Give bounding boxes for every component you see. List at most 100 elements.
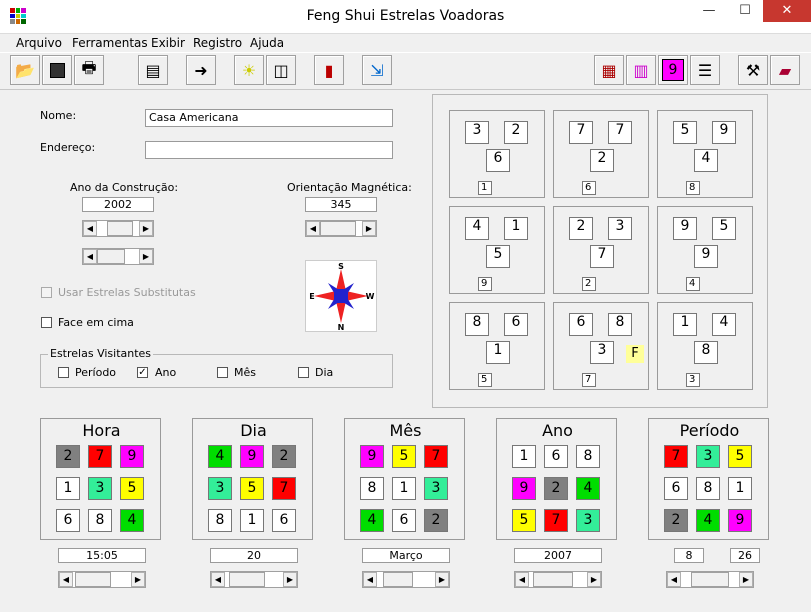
scroll-thumb[interactable] [383,572,413,587]
period-title: Mês [389,421,422,440]
menu-exibir[interactable]: Exibir [151,36,185,50]
nine-button[interactable]: 9 [658,55,688,85]
base-star: 9 [694,245,718,268]
maximize-button[interactable]: ☐ [726,0,764,22]
period-scrollbar[interactable]: ◀ ▶ [666,571,754,588]
scroll-right-icon[interactable]: ▶ [131,572,145,587]
period-value-field[interactable]: 20 [210,548,298,563]
period-value2-field[interactable]: 26 [730,548,760,563]
scroll-left-icon[interactable]: ◀ [59,572,73,587]
scroll-right-icon[interactable]: ▶ [362,221,376,236]
period-scrollbar[interactable]: ◀ ▶ [210,571,298,588]
tools-button[interactable]: ⚒ [738,55,768,85]
grid-chart-button[interactable]: ▦ [594,55,624,85]
substitutas-checkbox[interactable] [41,287,52,298]
mountain-star: 9 [673,217,697,240]
properties-button[interactable]: ▤ [138,55,168,85]
arrow-button[interactable]: ➜ [186,55,216,85]
scroll-right-icon[interactable]: ▶ [283,572,297,587]
ano-scrollbar-1[interactable]: ◀ ▶ [82,220,154,237]
period-star: 3 [208,477,232,500]
palace-number: 5 [478,373,492,387]
period-panel-1: Dia 4 9 2 3 5 7 8 1 6 [192,418,313,540]
period-scrollbar[interactable]: ◀ ▶ [362,571,450,588]
scroll-left-icon[interactable]: ◀ [667,572,681,587]
face-checkbox[interactable] [41,317,52,328]
layout-button[interactable]: ◫ [266,55,296,85]
orientacao-scrollbar[interactable]: ◀ ▶ [305,220,377,237]
mountain-star: 6 [569,313,593,336]
mes-checkbox[interactable] [217,367,228,378]
ano-checkbox[interactable]: ✓ [137,367,148,378]
orientacao-field[interactable]: 345 [305,197,377,212]
period-star: 8 [208,509,232,532]
scroll-thumb[interactable] [691,572,729,587]
period-scrollbar[interactable]: ◀ ▶ [514,571,602,588]
period-value-field[interactable]: 8 [674,548,704,563]
chart-palace: 2372 [553,206,649,294]
period-value-field[interactable]: Março [362,548,450,563]
facing-marker: F [626,345,644,363]
menu-ferramentas[interactable]: Ferramentas [72,36,148,50]
period-star: 1 [392,477,416,500]
scroll-left-icon[interactable]: ◀ [306,221,320,236]
export-button[interactable]: ⇲ [362,55,392,85]
scroll-left-icon[interactable]: ◀ [515,572,529,587]
scroll-thumb[interactable] [75,572,111,587]
scroll-right-icon[interactable]: ▶ [139,249,153,264]
scroll-left-icon[interactable]: ◀ [363,572,377,587]
period-value-field[interactable]: 15:05 [58,548,146,563]
period-star: 5 [392,445,416,468]
scroll-right-icon[interactable]: ▶ [435,572,449,587]
open-folder-button[interactable]: 📂 [10,55,40,85]
scroll-thumb[interactable] [97,249,125,264]
tools-icon: ⚒ [745,60,761,80]
dia-checkbox[interactable] [298,367,309,378]
visitantes-title: Estrelas Visitantes [48,347,154,360]
palace-number: 1 [478,181,492,195]
menu-ajuda[interactable]: Ajuda [250,36,284,50]
chart-palace: 59 4 8 [657,110,753,198]
book-button[interactable]: ▮ [314,55,344,85]
help-book-button[interactable]: ▰ [770,55,800,85]
hexagram-button[interactable]: ☰ [690,55,720,85]
menu-registro[interactable]: Registro [193,36,242,50]
base-star: 2 [590,149,614,172]
print-button[interactable]: 🖶 [74,55,104,85]
scroll-right-icon[interactable]: ▶ [139,221,153,236]
close-button[interactable]: ✕ [763,0,811,22]
scroll-left-icon[interactable]: ◀ [83,249,97,264]
menu-bar: Arquivo Ferramentas Exibir Registro Ajud… [0,34,811,52]
scroll-right-icon[interactable]: ▶ [587,572,601,587]
scroll-thumb[interactable] [320,221,356,236]
bars-button[interactable]: ▥ [626,55,656,85]
endereco-field[interactable] [145,141,393,159]
nome-field[interactable]: Casa Americana [145,109,393,127]
compass-s: S [338,262,344,271]
menu-arquivo[interactable]: Arquivo [16,36,62,50]
scroll-left-icon[interactable]: ◀ [83,221,97,236]
minimize-button[interactable]: — [690,0,728,22]
period-scrollbar[interactable]: ◀ ▶ [58,571,146,588]
ano-scrollbar-2[interactable]: ◀ ▶ [82,248,154,265]
scroll-thumb[interactable] [107,221,133,236]
scroll-thumb[interactable] [533,572,573,587]
period-star: 3 [424,477,448,500]
base-star: 5 [486,245,510,268]
periodo-checkbox[interactable] [58,367,69,378]
period-star: 7 [544,509,568,532]
chart-palace: 77 2 6 [553,110,649,198]
ano-construcao-label: Ano da Construção: [70,181,179,194]
mountain-star: 2 [569,217,593,240]
scroll-left-icon[interactable]: ◀ [211,572,225,587]
scroll-right-icon[interactable]: ▶ [739,572,753,587]
chart-palace: 41 5 9 [449,206,545,294]
scroll-thumb[interactable] [229,572,265,587]
nome-label: Nome: [40,109,77,122]
period-star: 6 [272,509,296,532]
ano-construcao-field[interactable]: 2002 [82,197,154,212]
lightbulb-button[interactable]: ☀ [234,55,264,85]
period-value-field[interactable]: 2007 [514,548,602,563]
period-star: 6 [56,509,80,532]
save-button[interactable] [42,55,72,85]
